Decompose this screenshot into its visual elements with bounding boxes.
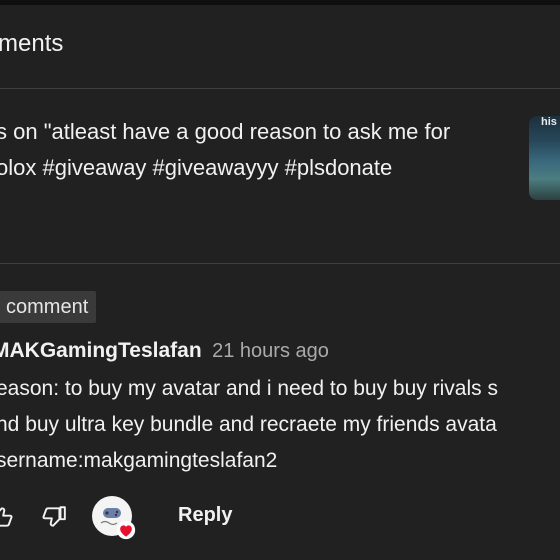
panel-title: ments (0, 30, 64, 57)
creator-heart[interactable] (92, 496, 136, 540)
comment-author[interactable]: MAKGamingTeslafan (0, 339, 202, 362)
comment-text-line-2: nd buy ultra key bundle and recraete my … (0, 413, 497, 436)
thumb-up-icon (0, 507, 13, 527)
top-bar (0, 0, 560, 5)
comment-text-line-1: eason: to buy my avatar and i need to bu… (0, 377, 498, 400)
thumbnail-text: his (541, 116, 557, 128)
comment-text-line-3: sername:makgamingteslafan2 (0, 449, 278, 472)
comment-header: MAKGamingTeslafan 21 hours ago (0, 339, 329, 363)
heart-icon (116, 520, 136, 540)
dislike-button[interactable] (41, 504, 67, 530)
divider (0, 88, 560, 89)
video-thumbnail[interactable]: his (529, 116, 560, 200)
thumb-down-icon (42, 506, 66, 527)
divider (0, 263, 560, 264)
video-title-line-1[interactable]: s on "atleast have a good reason to ask … (0, 119, 450, 145)
like-button[interactable] (0, 504, 14, 530)
comment-actions: Reply (0, 496, 560, 540)
pinned-comment-chip: comment (0, 291, 97, 323)
reply-button[interactable]: Reply (178, 504, 232, 527)
video-title-line-2[interactable]: olox #giveaway #giveawayyy #plsdonate (0, 155, 392, 181)
comment-timestamp[interactable]: 21 hours ago (212, 340, 329, 362)
comments-panel: ments s on "atleast have a good reason t… (0, 0, 560, 560)
